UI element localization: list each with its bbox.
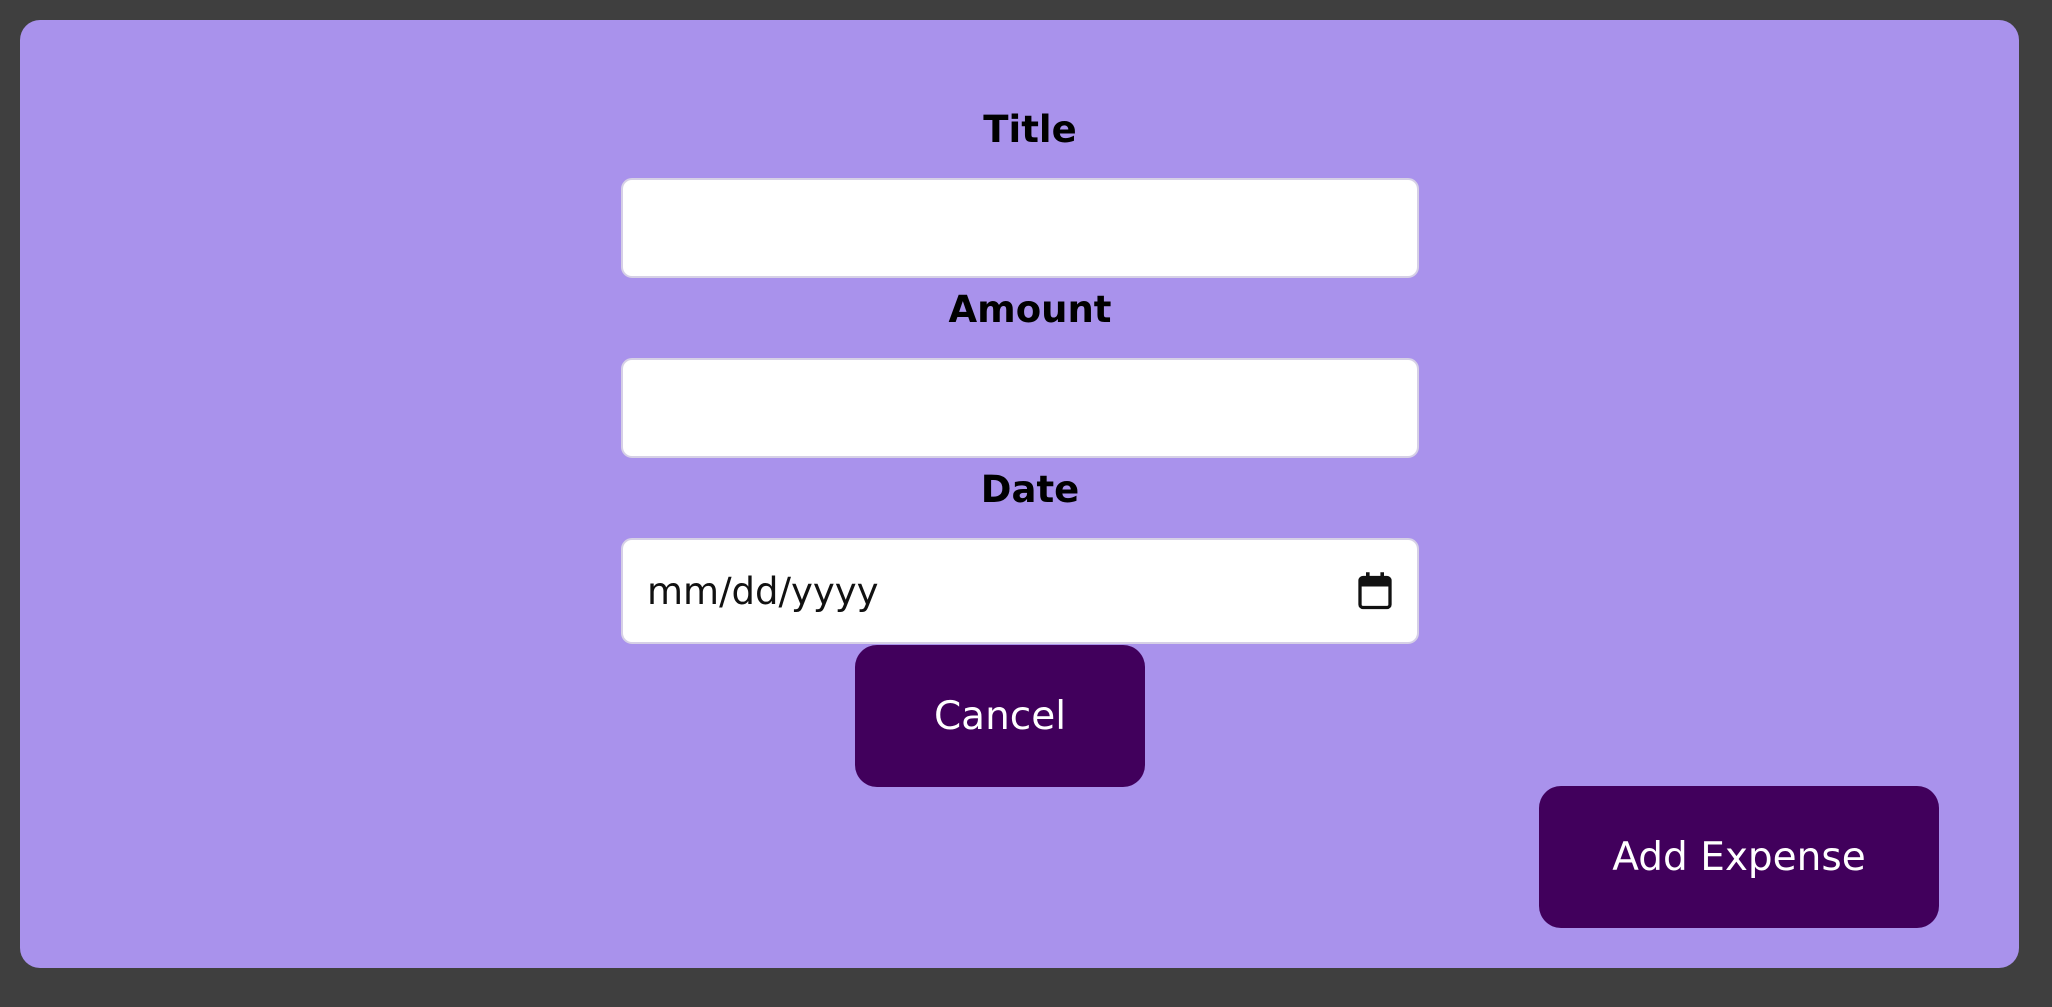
amount-input[interactable] [621, 358, 1419, 458]
cancel-button[interactable]: Cancel [855, 645, 1145, 787]
title-label: Title [983, 108, 1077, 151]
date-input[interactable]: mm/dd/yyyy [621, 538, 1419, 644]
add-expense-button[interactable]: Add Expense [1539, 786, 1939, 928]
new-expense-form: Title Amount Date mm/dd/yyyy Cancel Add … [20, 20, 2019, 968]
date-placeholder: mm/dd/yyyy [647, 569, 879, 613]
title-input[interactable] [621, 178, 1419, 278]
calendar-icon[interactable] [1357, 571, 1393, 611]
date-label: Date [980, 468, 1080, 511]
amount-label: Amount [948, 288, 1112, 331]
